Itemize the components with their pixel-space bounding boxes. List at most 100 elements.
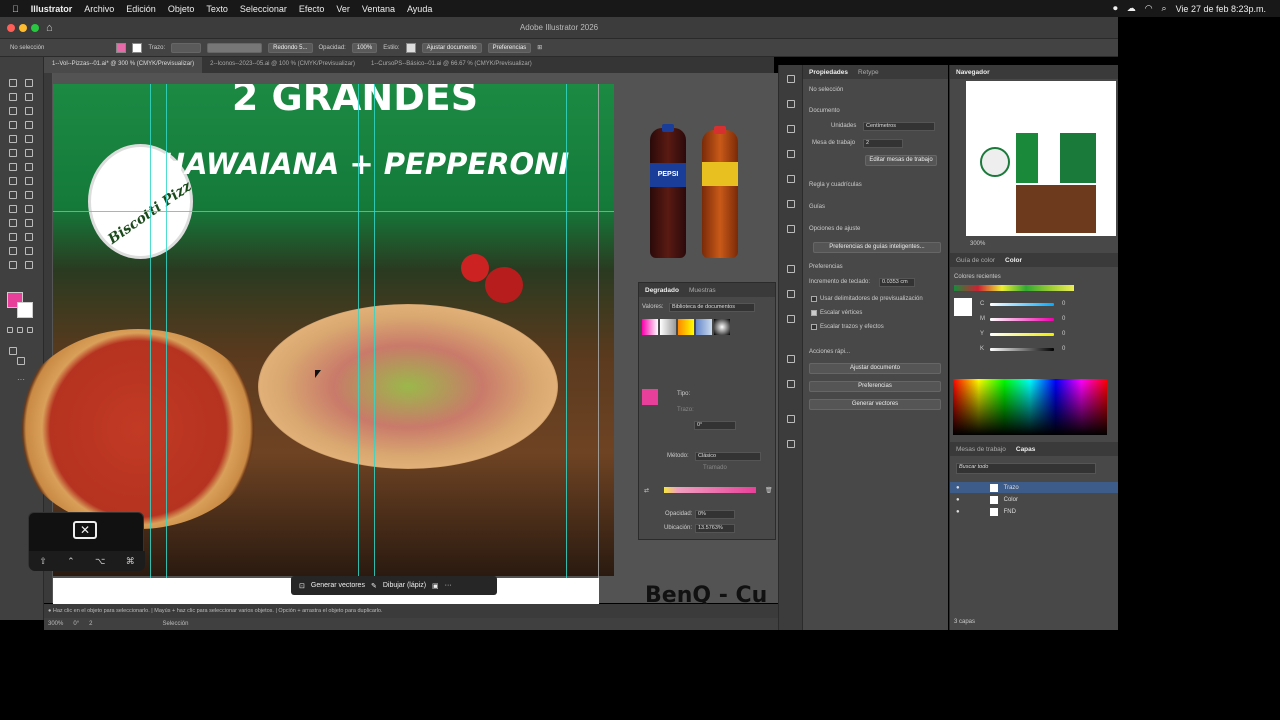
guide-line[interactable] [150,84,151,604]
gradient-icon[interactable] [787,290,795,298]
gradient-tool-icon[interactable] [25,205,33,213]
stroke-color-swatch[interactable] [17,302,33,318]
arrange-icon[interactable]: ⊞ [537,44,542,51]
rectangle-tool-icon[interactable] [9,135,17,143]
curvature-tool-icon[interactable] [25,107,33,115]
color-spectrum[interactable] [953,379,1107,435]
escalar-vertices-checkbox[interactable] [811,310,817,316]
escalar-trazos-checkbox[interactable] [811,324,817,330]
unidades-dropdown[interactable]: Centímetros [863,122,935,131]
layer-name[interactable]: Trazo [1004,485,1019,491]
tab-muestras[interactable]: Muestras [689,287,716,294]
eye-icon[interactable]: ● [956,497,960,503]
paragraph-icon[interactable] [787,200,795,208]
line-tool-icon[interactable] [25,121,33,129]
generar-vectores-button[interactable]: Generar vectores [311,582,365,589]
tab-document-2[interactable]: 2--Iconos--2023--05.ai @ 100 % (CMYK/Pre… [202,57,363,73]
angle-field[interactable]: 0° [694,421,736,430]
tab-degradado[interactable]: Degradado [645,287,679,294]
guide-line[interactable] [566,84,567,604]
tab-document-3[interactable]: 1--CursoPS--Básico--01.ai @ 66.67 % (CMY… [363,57,540,73]
ajustar-documento-button[interactable]: Ajustar documento [809,363,941,374]
recent-colors[interactable] [954,285,1074,291]
layer-row[interactable]: ● FND [950,506,1118,517]
creative-cloud-icon[interactable]: ☁ [1127,3,1136,14]
type-tool-icon[interactable] [9,121,17,129]
zoom-tool-icon[interactable] [25,261,33,269]
free-transform-tool-icon[interactable] [25,177,33,185]
tab-capas[interactable]: Capas [1016,446,1036,453]
layer-row[interactable]: ● Color [950,494,1118,505]
artboard-nav-field[interactable]: 2 [89,621,92,627]
layer-name[interactable]: FND [1004,509,1016,515]
image-icon[interactable]: ▣ [432,582,439,590]
direct-selection-tool-icon[interactable] [25,79,33,87]
artboard-tool-icon[interactable] [9,247,17,255]
editar-mesas-button[interactable]: Editar mesas de trabajo [865,155,937,166]
delimitadores-checkbox[interactable] [811,296,817,302]
guide-line[interactable] [53,211,614,212]
datetime[interactable]: Vie 27 de feb 8:23p.m. [1176,4,1266,14]
soda-bottle[interactable] [702,126,738,258]
blend-tool-icon[interactable] [25,219,33,227]
zoom-window-button[interactable] [31,24,39,32]
selection-tool-icon[interactable] [9,79,17,87]
c-slider[interactable] [990,303,1054,306]
gradient-swatch[interactable] [660,319,676,335]
reverse-gradient-icon[interactable]: ⇄ [644,487,649,494]
color-icon[interactable] [787,265,795,273]
screen-mode-icon[interactable] [17,357,25,365]
m-value[interactable]: 0 [1062,316,1065,322]
more-options-icon[interactable]: ··· [445,582,452,589]
pencil-tool-icon[interactable] [9,149,17,157]
search-icon[interactable]: ⌕ [1162,3,1167,14]
dibujar-lapiz-button[interactable]: Dibujar (lápiz) [383,582,426,589]
gradient-swatch[interactable] [678,319,694,335]
tab-propiedades[interactable]: Propiedades [809,69,848,76]
pathfinder-icon[interactable] [787,440,795,448]
tab-document-1[interactable]: 1--Vol--Pizzas--01.ai* @ 300 % (CMYK/Pre… [44,57,203,73]
menu-efecto[interactable]: Efecto [299,4,325,14]
pref-guias-button[interactable]: Preferencias de guías inteligentes... [813,242,941,253]
lasso-tool-icon[interactable] [25,93,33,101]
style-swatch[interactable] [405,42,416,53]
menu-ventana[interactable]: Ventana [362,4,395,14]
record-icon[interactable]: ⏺ [1113,3,1118,14]
properties-panel-icon[interactable] [787,75,795,83]
libraries-icon[interactable] [787,125,795,133]
variable-width-field[interactable] [207,42,263,53]
eyedropper-tool-icon[interactable] [9,219,17,227]
preferencias-button[interactable]: Preferencias [487,42,532,53]
navigator-zoom[interactable]: 300% [970,241,985,247]
symbol-sprayer-tool-icon[interactable] [9,233,17,241]
gradient-swatch[interactable] [696,319,712,335]
mesh-tool-icon[interactable] [9,205,17,213]
export-icon[interactable] [787,380,795,388]
gradient-swatch[interactable] [714,319,730,335]
brush-dropdown[interactable]: Redondo 5... [268,42,313,53]
k-slider[interactable] [990,348,1054,351]
magic-wand-tool-icon[interactable] [9,93,17,101]
eye-icon[interactable]: ● [956,509,960,515]
guide-line[interactable] [374,84,375,604]
menu-edicion[interactable]: Edición [126,4,156,14]
current-color-swatch[interactable] [954,298,972,316]
more-tools-icon[interactable]: ··· [17,375,25,384]
layers-search-input[interactable]: Buscar todo [956,463,1096,474]
layer-name[interactable]: Color [1004,497,1018,503]
minimize-window-button[interactable] [19,24,27,32]
tab-guia-color[interactable]: Guía de color [956,257,995,264]
character-icon[interactable] [787,225,795,233]
transparency-icon[interactable] [787,315,795,323]
eraser-tool-icon[interactable] [25,149,33,157]
status-mode[interactable]: Selección [162,621,188,627]
tab-color[interactable]: Color [1005,257,1022,264]
ajustar-documento-button[interactable]: Ajustar documento [421,42,482,53]
headline[interactable]: 2 GRANDES [145,84,565,114]
guide-line[interactable] [166,84,167,604]
menu-objeto[interactable]: Objeto [168,4,195,14]
zoom-field[interactable]: 300% [48,621,63,627]
menu-texto[interactable]: Texto [206,4,228,14]
play-actions-icon[interactable] [787,100,795,108]
brushes-icon[interactable] [787,175,795,183]
